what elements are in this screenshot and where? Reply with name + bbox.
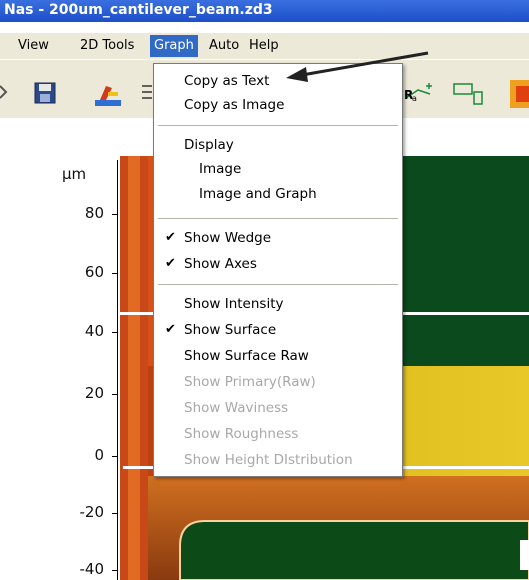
menu-view[interactable]: View bbox=[14, 35, 53, 57]
y-tick bbox=[112, 570, 118, 571]
menu-item-show-waviness: Show Waviness bbox=[184, 400, 289, 416]
menu-separator bbox=[158, 218, 398, 219]
profile-line-right[interactable] bbox=[403, 466, 529, 469]
menu-item-show-intensity[interactable]: Show Intensity bbox=[154, 293, 402, 315]
y-axis-line bbox=[117, 160, 118, 580]
menu-help[interactable]: Help bbox=[245, 35, 283, 57]
window-title-bar[interactable]: Nas - 200um_cantilever_beam.zd3 bbox=[0, 0, 529, 22]
y-tick-label: -20 bbox=[79, 503, 105, 521]
microscope-icon[interactable] bbox=[94, 80, 122, 108]
y-tick bbox=[112, 214, 118, 215]
menu-item-show-primary-raw: Show Primary(Raw) bbox=[184, 374, 316, 390]
menu-item-image[interactable]: Image bbox=[154, 158, 402, 180]
y-tick-label: 60 bbox=[84, 263, 104, 281]
layers-icon[interactable] bbox=[140, 82, 154, 106]
menu-item-show-height-distribution: Show Height DIstribution bbox=[184, 452, 353, 468]
y-tick-label: 40 bbox=[84, 322, 104, 340]
menu-2d-tools[interactable]: 2D Tools bbox=[76, 35, 138, 57]
y-tick-label: -40 bbox=[79, 560, 105, 578]
menu-item-copy-as-image[interactable]: Copy as Image bbox=[154, 94, 402, 116]
menu-separator bbox=[158, 284, 398, 285]
menu-separator bbox=[158, 125, 398, 126]
menu-bar: View 2D Tools Graph Auto Help bbox=[0, 33, 529, 59]
y-tick-label: 80 bbox=[84, 204, 104, 222]
menu-item-show-axes[interactable]: ✔ Show Axes bbox=[154, 253, 402, 275]
graph-menu-dropdown: Copy as Text Copy as Image Display Image… bbox=[153, 63, 403, 477]
y-tick bbox=[112, 332, 118, 333]
checkmark-icon: ✔ bbox=[165, 230, 176, 245]
menu-item-show-surface-raw[interactable]: Show Surface Raw bbox=[154, 345, 402, 367]
menu-item-show-wedge[interactable]: ✔ Show Wedge bbox=[154, 227, 402, 249]
ra-subscript: a bbox=[412, 94, 417, 103]
y-tick-label: 0 bbox=[94, 446, 104, 464]
save-icon[interactable] bbox=[34, 82, 56, 104]
y-tick bbox=[112, 456, 118, 457]
partial-icon[interactable] bbox=[0, 82, 10, 102]
image-marker bbox=[520, 540, 529, 570]
menu-item-display: Display bbox=[184, 137, 234, 153]
menu-item-image-and-graph[interactable]: Image and Graph bbox=[154, 183, 402, 205]
color-icon[interactable] bbox=[510, 80, 529, 108]
y-tick-label: 20 bbox=[84, 384, 104, 402]
y-tick bbox=[112, 394, 118, 395]
annotation-arrow-icon bbox=[286, 51, 429, 82]
window-icon[interactable] bbox=[452, 82, 486, 106]
menu-graph[interactable]: Graph bbox=[150, 35, 198, 57]
menu-auto[interactable]: Auto bbox=[205, 35, 243, 57]
window-title: Nas - 200um_cantilever_beam.zd3 bbox=[4, 2, 273, 18]
checkmark-icon: ✔ bbox=[165, 322, 176, 337]
y-tick bbox=[112, 513, 118, 514]
y-axis-unit: µm bbox=[62, 165, 87, 183]
checkmark-icon: ✔ bbox=[165, 256, 176, 271]
menu-item-show-roughness: Show Roughness bbox=[184, 426, 299, 442]
menu-item-show-surface[interactable]: ✔ Show Surface bbox=[154, 319, 402, 341]
y-tick bbox=[112, 273, 118, 274]
